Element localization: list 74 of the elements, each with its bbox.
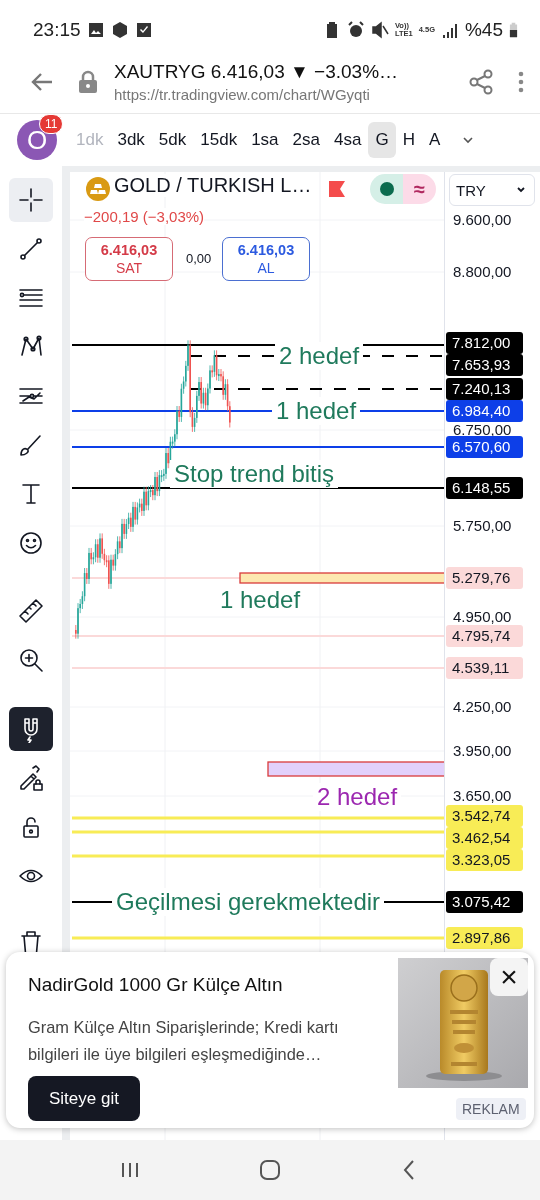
symbol-title[interactable]: GOLD / TURKISH L… (114, 174, 312, 197)
page-title: XAUTRYG 6.416,03 ▼ −3.03%… (114, 60, 400, 83)
price-label: 3.323,05 (446, 849, 523, 871)
price-label: 6.984,40 (446, 400, 523, 422)
alarm-icon (346, 21, 365, 39)
price-label: 3.075,42 (446, 891, 523, 913)
mute-icon (370, 21, 389, 39)
price-tick: 8.800,00 (453, 263, 512, 281)
price-label: 3.542,74 (446, 805, 523, 827)
smiley-icon (17, 529, 45, 557)
ad-label: REKLAM (456, 1098, 526, 1120)
clock: 23:15 (33, 19, 81, 41)
price-tick: 5.750,00 (453, 517, 512, 535)
price-tick: 4.250,00 (453, 698, 512, 716)
price-label: 7.812,00 (446, 332, 523, 354)
interval-tab[interactable]: 2sa (285, 122, 327, 158)
chart-annotation: 2 hedef (313, 783, 402, 811)
price-tick: 4.950,00 (453, 608, 512, 626)
visit-site-button[interactable]: Siteye git (28, 1076, 140, 1121)
checkbox-icon (134, 21, 153, 39)
gallery-icon (86, 21, 105, 39)
price-label: 3.462,54 (446, 827, 523, 849)
price-label: 7.240,13 (446, 378, 523, 400)
url-text: https://tr.tradingview.com/chart/WGyqti (114, 85, 371, 103)
interval-tab[interactable]: 4sa (327, 122, 369, 158)
chart-annotation: 2 hedef (275, 342, 364, 370)
interval-tab[interactable]: 5dk (151, 122, 194, 158)
more-icon[interactable] (518, 70, 524, 93)
ad-title: NadirGold 1000 Gr Külçe Altın (28, 974, 283, 996)
interval-tab[interactable]: H (395, 122, 422, 158)
interval-tab[interactable]: 15dk (193, 122, 245, 158)
chart-annotation: 1 hedef (272, 397, 361, 425)
price-tick: 9.600,00 (453, 211, 512, 229)
home-icon[interactable] (258, 1158, 282, 1182)
lock-icon (78, 69, 98, 94)
price-change: −200,19 (−3,03%) (84, 208, 205, 225)
interval-tab[interactable]: A (421, 122, 448, 158)
price-tick: 3.950,00 (453, 742, 512, 760)
magnet-tool[interactable] (9, 707, 53, 751)
currency-dropdown[interactable]: TRY (449, 174, 535, 206)
price-label: 5.279,76 (446, 567, 523, 589)
buy-button[interactable]: 6.416,03 AL (222, 237, 310, 281)
ad-description: Gram Külçe Altın Siparişlerinde; Kredi kartı bilgileri ile üye bilgileri eşleşmediğinde… (28, 1017, 340, 1065)
price-label: 6.148,55 (446, 477, 523, 499)
trend-line-icon (17, 235, 45, 263)
crosshair-tool[interactable] (9, 178, 53, 222)
box-icon (110, 21, 129, 39)
market-open-dot (379, 182, 394, 196)
zoom-icon (17, 646, 45, 674)
chart-annotation: Geçilmesi gerekmektedir (112, 888, 385, 916)
flag-icon[interactable] (328, 180, 346, 198)
battery-icon (509, 21, 518, 39)
signal-icon (440, 21, 459, 39)
interval-tab[interactable]: 3dk (110, 122, 152, 158)
pencil-lock-icon (17, 764, 45, 792)
interval-tab[interactable]: G (368, 122, 396, 158)
price-label: 6.570,60 (446, 436, 523, 458)
chevron-down-icon (516, 185, 526, 195)
interval-tab[interactable]: 1sa (244, 122, 286, 158)
ruler-icon (17, 597, 45, 625)
battery-percent: %45 (464, 19, 503, 41)
price-label: 4.539,11 (446, 657, 523, 679)
close-button[interactable]: × (490, 958, 528, 996)
price-tick: 6.750,00 (453, 421, 512, 439)
spread-value: 0,00 (186, 251, 212, 266)
price-label: 2.897,86 (446, 927, 523, 949)
sell-button[interactable]: 6.416,03 SAT (85, 237, 173, 281)
share-icon[interactable] (468, 68, 494, 95)
crosshair-icon (17, 186, 45, 214)
symbol-logo-icon (86, 177, 110, 201)
price-tick: 3.650,00 (453, 787, 512, 805)
price-label: 4.795,74 (446, 625, 523, 647)
chart-annotation: Stop trend bitiş (170, 460, 339, 488)
price-label: 7.653,93 (446, 354, 523, 376)
